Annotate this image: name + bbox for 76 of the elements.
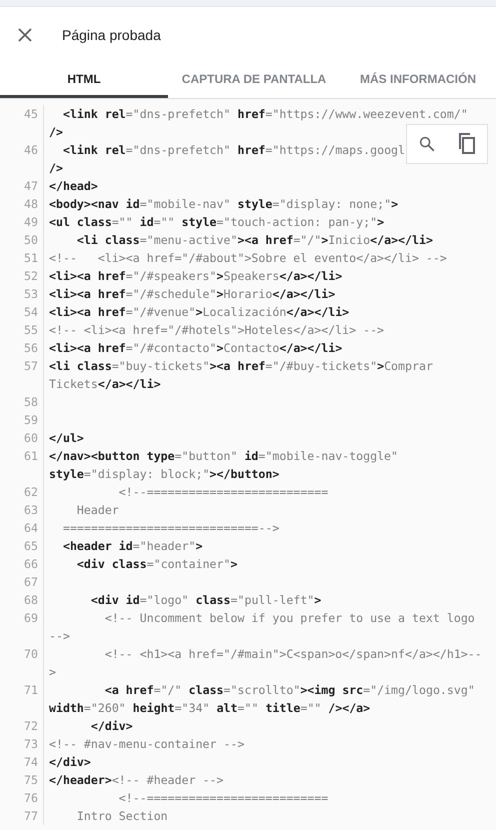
code-line: width="260" height="34" alt="" title="" /></a> [49,700,372,717]
line-number: 72 [24,719,38,733]
code-line: <li><a href="/#schedule">Horario</a></li> [49,286,336,303]
code-line: <ul class="" id="" style="touch-action: pan-y;"> [49,214,384,231]
code-line: </ul> [49,430,84,447]
line-number: 75 [24,773,38,787]
code-line: <div id="logo" class="pull-left"> [90,592,322,609]
line-number: 51 [24,251,38,265]
code-line: <!-- #nav-menu-container --> [49,736,244,753]
code-line: /> [49,124,64,141]
line-number: 73 [24,737,38,751]
line-number: 46 [24,143,38,157]
code-line: <!-- Uncomment below if you prefer to use a text logo [104,610,475,627]
code-line: <body><nav id="mobile-nav" style="display: none;"> [49,196,398,213]
line-number: 49 [24,215,38,229]
line-number: 52 [24,269,38,283]
code-line: <!--========================== [118,790,328,807]
code-line: <!-- <h1><a href="/#main">C<span>o</span>nf</a></h1>-- [104,646,482,663]
line-number: 70 [24,647,38,661]
line-number: 54 [24,305,38,319]
code-line: > [49,664,57,681]
tab[interactable]: CAPTURA DE PANTALLA [168,62,340,98]
line-number: 53 [24,287,38,301]
line-number: 71 [24,683,38,697]
dialog-title: Página probada [62,26,161,42]
code-line: ============================--> [62,520,280,537]
search-icon[interactable] [418,135,436,153]
code-line: <header id="header"> [62,538,203,555]
code-line: <li><a href="/#speakers">Speakers</a></li> [49,268,342,285]
line-number: 50 [24,233,38,247]
line-number: 56 [24,341,38,355]
line-number: 66 [24,557,38,571]
code-line: </nav><button type="button" id="mobile-nav-toggle" [49,448,398,465]
line-number: 65 [24,539,38,553]
code-line: <li class="buy-tickets"><a href="/#buy-tickets">Comprar [49,358,433,375]
code-line: --> [49,628,71,645]
line-number: 60 [24,431,38,445]
line-number: 47 [24,179,38,193]
line-number: 77 [24,809,38,823]
line-number: 64 [24,521,38,535]
code-line: <!-- <li><a href="/#about">Sobre el evento</a></li> --> [49,250,447,267]
line-number: 68 [24,593,38,607]
code-line: <li><a href="/#venue">Localización</a></li> [49,304,350,321]
line-number: 58 [24,395,38,409]
line-number: 76 [24,791,38,805]
line-number: 61 [24,449,38,463]
code-line: /> [49,160,64,177]
code-line: Header [76,502,119,519]
code-line: <a href="/" class="scrollto"><img src="/img/logo.svg" [104,682,475,699]
line-number: 62 [24,485,38,499]
code-line: </head> [49,178,98,195]
line-number: 59 [24,413,38,427]
line-number: 55 [24,323,38,337]
code-line: <li class="menu-active"><a href="/">Inicio</a></li> [76,232,433,249]
code-line: <!--========================== [118,484,328,501]
line-number: 48 [24,197,38,211]
code-line: </header><!-- #header --> [49,772,224,789]
code-line: <link rel="dns-prefetch" href="https://maps.googl [62,142,406,159]
code-line: Tickets</a></li> [49,376,162,393]
code-line: <!-- <li><a href="/#hotels">Hoteles</a></li> --> [49,322,384,339]
line-number: 74 [24,755,38,769]
close-icon [18,28,32,42]
code-line: Intro Section [76,808,168,825]
code-line: </div> [49,754,91,771]
line-number: 69 [24,611,38,625]
code-line: <li><a href="/#contacto">Contacto</a></li> [49,340,342,357]
line-number: 63 [24,503,38,517]
code-line: </div> [90,718,133,735]
copy-icon[interactable] [458,133,476,155]
code-line: <link rel="dns-prefetch" href="https://www.weezevent.com/" [62,106,468,123]
line-number: 57 [24,359,38,373]
code-line: <div class="container"> [76,556,238,573]
code-line: style="display: block;"></button> [49,466,280,483]
line-number: 45 [24,107,38,121]
line-number: 67 [24,575,38,589]
tab[interactable]: MÁS INFORMACIÓN [340,62,496,98]
